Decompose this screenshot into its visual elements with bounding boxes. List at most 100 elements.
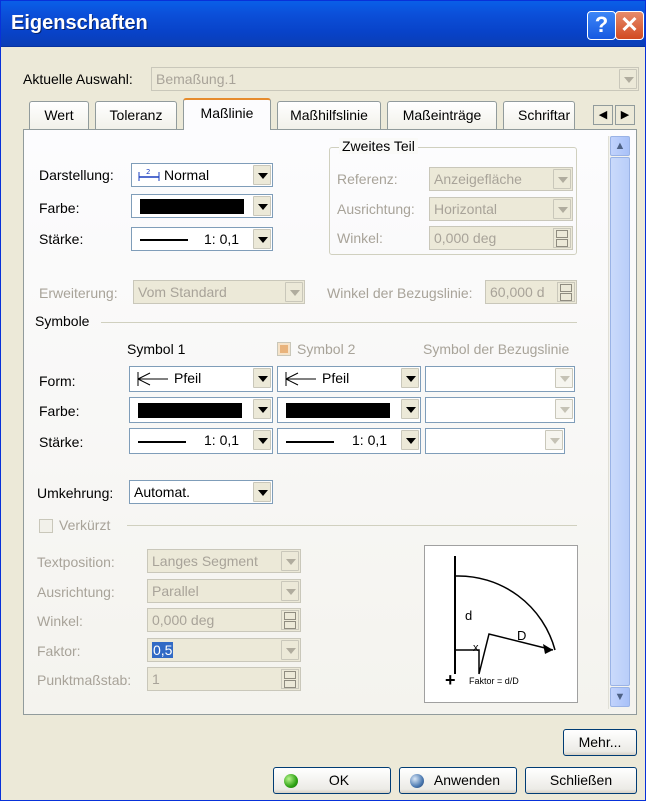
chevron-down-icon <box>281 640 299 660</box>
close-button[interactable]: ✕ <box>615 11 644 40</box>
ausrichtung-label: Ausrichtung: <box>337 201 415 217</box>
chevron-down-icon[interactable] <box>253 165 271 185</box>
tab-masslinie[interactable]: Maßlinie <box>183 98 271 130</box>
chevron-down-icon[interactable] <box>555 368 573 388</box>
ok-green-icon <box>284 774 298 788</box>
symbol1-staerke-select[interactable]: 1: 0,1 <box>129 428 273 454</box>
svg-text:2: 2 <box>146 168 150 176</box>
symbol-bezugslinie-farbe-select[interactable] <box>425 397 575 423</box>
tab-label: Maßhilfslinie <box>290 107 368 123</box>
textposition-select: Langes Segment <box>147 549 301 573</box>
chevron-down-icon[interactable] <box>545 430 563 450</box>
spinner-arrows-icon <box>553 228 571 248</box>
arrow-symbol-icon <box>284 371 318 390</box>
chevron-down-icon[interactable] <box>401 399 419 419</box>
chevron-down-icon[interactable] <box>253 368 271 388</box>
zweites-teil-title: Zweites Teil <box>339 138 418 154</box>
chevron-down-icon[interactable] <box>253 482 271 502</box>
erweiterung-label: Erweiterung: <box>39 285 118 301</box>
staerke-value: 1: 0,1 <box>204 231 240 247</box>
window-title: Eigenschaften <box>11 12 148 34</box>
referenz-select: Anzeigefläche <box>429 167 573 191</box>
tab-scroll-right-icon[interactable]: ▶ <box>615 105 635 125</box>
symbol2-form-select[interactable]: Pfeil <box>277 366 421 392</box>
help-button[interactable]: ? <box>587 11 616 40</box>
chevron-down-icon[interactable] <box>253 196 271 216</box>
verkuerzt-checkbox[interactable] <box>39 519 53 533</box>
verkuerzt-divider <box>127 525 577 526</box>
ok-button[interactable]: OK <box>273 767 391 794</box>
selection-value: Bemaßung.1 <box>156 71 237 87</box>
symbol1-staerke-value: 1: 0,1 <box>204 432 240 448</box>
verkuerzt-diagram: d D x + Faktor = d/D <box>424 545 578 703</box>
selection-combo: Bemaßung.1 <box>151 67 639 91</box>
diagram-label-x: x <box>473 642 479 654</box>
chevron-down-icon[interactable] <box>253 430 271 450</box>
darstellung-select[interactable]: 2 Normal <box>131 163 273 187</box>
symbol-bezugslinie-form-select[interactable] <box>425 366 575 392</box>
spinner-arrows-icon <box>557 282 575 302</box>
symbol2-farbe-select[interactable] <box>277 397 421 423</box>
vertical-scrollbar[interactable]: ▲ ▼ <box>608 136 630 709</box>
umkehrung-select[interactable]: Automat. <box>129 480 273 504</box>
winkel-label: Winkel: <box>337 230 383 246</box>
staerke-label: Stärke: <box>39 231 84 247</box>
scroll-down-icon[interactable]: ▼ <box>610 687 630 707</box>
tab-toleranz[interactable]: Toleranz <box>95 101 177 129</box>
referenz-value: Anzeigefläche <box>434 171 522 187</box>
chevron-down-icon <box>285 282 303 302</box>
arrow-symbol-icon <box>136 371 170 390</box>
diagram-plus: + <box>445 670 456 690</box>
symbol1-form-value: Pfeil <box>174 370 202 386</box>
winkel-bezugslinie-spinner: 60,000 d <box>485 280 577 304</box>
diagram-label-d: d <box>465 608 473 623</box>
chevron-down-icon[interactable] <box>253 399 271 419</box>
dimension-line-icon: 2 <box>138 168 160 182</box>
chevron-down-icon[interactable] <box>401 368 419 388</box>
tab-wert[interactable]: Wert <box>29 101 89 129</box>
color-swatch-black <box>286 403 390 418</box>
punktmassstab-spinner: 1 <box>147 667 301 691</box>
darstellung-label: Darstellung: <box>39 167 114 183</box>
textposition-value: Langes Segment <box>152 553 258 569</box>
darstellung-value: Normal <box>164 167 210 183</box>
title-bar[interactable]: Eigenschaften ? ✕ <box>1 1 645 47</box>
tab-masseintraege[interactable]: Maßeinträge <box>387 101 497 129</box>
symbol2-checkbox <box>277 342 291 356</box>
symbol2-staerke-select[interactable]: 1: 0,1 <box>277 428 421 454</box>
tab-schriftart[interactable]: Schriftar <box>503 101 575 129</box>
chevron-down-icon[interactable] <box>555 399 573 419</box>
selection-label: Aktuelle Auswahl: <box>23 71 133 87</box>
tab-label: Schriftar <box>518 107 571 123</box>
symbol-bezugslinie-header: Symbol der Bezugslinie <box>423 341 570 357</box>
punktmassstab-label: Punktmaßstab: <box>37 672 132 688</box>
scroll-thumb[interactable] <box>610 157 630 686</box>
chevron-down-icon <box>281 551 299 571</box>
tab-label: Maßeinträge <box>402 107 482 123</box>
schliessen-button[interactable]: Schließen <box>525 767 637 794</box>
chevron-down-icon[interactable] <box>253 229 271 249</box>
symbol-bezugslinie-staerke-select[interactable] <box>425 428 565 454</box>
mehr-button[interactable]: Mehr... <box>563 729 637 756</box>
color-swatch-black <box>140 199 244 214</box>
punktmassstab-value: 1 <box>152 671 160 687</box>
tab-scroll-left-icon[interactable]: ◀ <box>593 105 613 125</box>
scroll-up-icon[interactable]: ▲ <box>610 136 630 156</box>
chevron-down-icon[interactable] <box>401 430 419 450</box>
tab-masshilfslinie[interactable]: Maßhilfslinie <box>277 101 381 129</box>
symbol2-staerke-value: 1: 0,1 <box>352 432 388 448</box>
staerke-select[interactable]: 1: 0,1 <box>131 227 273 251</box>
line-weight-sample <box>140 239 188 241</box>
symbol2-form-value: Pfeil <box>322 370 350 386</box>
symbol1-form-select[interactable]: Pfeil <box>129 366 273 392</box>
tab-label: Toleranz <box>109 107 163 123</box>
umkehrung-label: Umkehrung: <box>37 485 114 501</box>
faktor-value-wrap: 0,5 <box>152 642 174 658</box>
farbe-label: Farbe: <box>39 200 80 216</box>
anwenden-button[interactable]: Anwenden <box>399 767 517 794</box>
symbol1-farbe-select[interactable] <box>129 397 273 423</box>
form-label: Form: <box>39 373 76 389</box>
anwenden-label: Anwenden <box>433 772 501 788</box>
farbe-select[interactable] <box>131 194 273 218</box>
color-swatch-black <box>138 403 242 418</box>
